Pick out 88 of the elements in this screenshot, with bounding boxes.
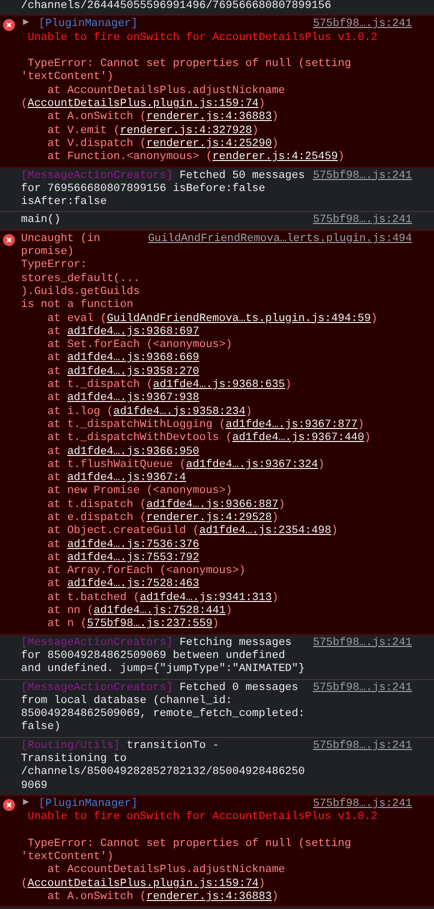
stack-frame: at ad1fde4….js:9368:669 — [21, 352, 412, 366]
source-link[interactable]: renderer.js:4:25459 — [212, 151, 338, 164]
source-link[interactable]: ad1fde4….js:9358:234 — [113, 406, 246, 418]
source-link[interactable]: ad1fde4….js:7528:441 — [94, 605, 226, 618]
stack-frame: at ad1fde4….js:7553:792 — [21, 552, 412, 566]
stack-frame: at V.dispatch (renderer.js:4:25290) — [21, 138, 412, 152]
log-message: [MessageActionCreators] Fetched 0 messages from local database (channel_id: 850049284862509069, remote_fetch_completed: false) — [21, 682, 306, 735]
log-tag: [PluginManager] — [38, 798, 138, 810]
stack-frame: at A.onSwitch (renderer.js:4:36883) — [21, 891, 412, 904]
source-link[interactable]: 575bf98….js:241 — [312, 18, 412, 32]
error-message: Unable to fire onSwitch for AccountDetailsPlus v1.0.2 — [26, 811, 378, 825]
log-tag: [MessageActionCreators] — [21, 636, 173, 649]
log-message: [Routing/Utils] transitionTo - Transitioning to /channels/850049282852782132/850049284862509069 — [21, 740, 306, 793]
log-message: [MessageActionCreators] Fetched 50 messages for 769566680807899156 isBefore:false isAfter:false — [21, 170, 306, 210]
stack-frame: at ad1fde4….js:9358:270 — [21, 366, 412, 380]
error-icon — [3, 234, 15, 246]
stack-frame: at e.dispatch (renderer.js:4:29528) — [21, 512, 412, 526]
stack-frame: at Object.createGuild (ad1fde4….js:2354:498) — [21, 525, 412, 539]
stack-frame: at eval (GuildAndFriendRemova…ts.plugin.js:494:59) — [21, 312, 412, 326]
caret-right-icon[interactable] — [23, 19, 29, 26]
source-link[interactable]: ad1fde4….js:9341:313 — [140, 592, 272, 604]
stack-frame: at nn (ad1fde4….js:7528:441) — [21, 605, 412, 618]
source-link[interactable]: 575bf98….js:241 — [312, 170, 412, 183]
stack-frame: at t.dispatch (ad1fde4….js:9366:887) — [21, 498, 412, 512]
source-link[interactable]: ad1fde4….js:9367:877 — [226, 418, 358, 431]
source-link[interactable]: ad1fde4….js:7528:463 — [67, 578, 200, 590]
stack-frame: at t.batched (ad1fde4….js:9341:313) — [21, 592, 412, 606]
source-link[interactable]: renderer.js:4:36883 — [146, 891, 272, 903]
source-link[interactable]: renderer.js:4:327928 — [120, 124, 252, 137]
log-message: /channels/264445055596991496/769566680807899156 — [21, 0, 332, 14]
error-message: Unable to fire onSwitch for AccountDetailsPlus v1.0.2 — [26, 32, 378, 45]
stack-frame: at ad1fde4….js:7528:463 — [21, 578, 412, 592]
stack-frame: at n (575bf98….js:237:559) — [21, 618, 412, 632]
source-link[interactable]: renderer.js:4:36883 — [146, 111, 272, 124]
log-message: main() — [21, 214, 62, 228]
log-tag: [Routing/Utils] — [21, 740, 120, 752]
stack-frame: at Array.forEach (<anonymous>) — [21, 565, 412, 578]
source-link[interactable]: ad1fde4….js:9368:697 — [67, 326, 200, 338]
source-link[interactable]: 575bf98….js:241 — [312, 636, 412, 650]
source-link[interactable]: 575bf98….js:241 — [312, 214, 412, 228]
source-link[interactable]: 575bf98….js:241 — [312, 682, 412, 695]
log-tag: [PluginManager] — [38, 18, 138, 30]
source-link[interactable]: ad1fde4….js:9368:669 — [67, 352, 200, 364]
stack-frame: at i.log (ad1fde4….js:9358:234) — [21, 406, 412, 419]
log-tag: [MessageActionCreators] — [21, 170, 173, 182]
stack-frame: at ad1fde4….js:7536:376 — [21, 538, 412, 552]
source-link[interactable]: ad1fde4….js:9367:440 — [232, 432, 364, 444]
source-link[interactable]: 575bf98….js:237:559 — [87, 618, 212, 630]
stack-frame: at A.onSwitch (renderer.js:4:36883) — [21, 111, 412, 125]
error-icon — [3, 798, 15, 811]
stack-frame: at t._dispatchWithLogging (ad1fde4….js:9367:877) — [21, 418, 412, 432]
source-link[interactable]: ad1fde4….js:9368:635 — [153, 379, 286, 392]
source-link[interactable]: ad1fde4….js:7553:792 — [67, 552, 200, 564]
source-link[interactable]: 575bf98….js:241 — [312, 740, 412, 754]
source-link[interactable]: renderer.js:4:29528 — [146, 512, 272, 524]
error-icon — [3, 19, 15, 32]
source-link[interactable]: GuildAndFriendRemova…lerts.plugin.js:494 — [148, 232, 412, 246]
source-link[interactable]: ad1fde4….js:9366:950 — [67, 446, 200, 458]
log-tag: [MessageActionCreators] — [21, 682, 173, 694]
source-link[interactable]: GuildAndFriendRemova…ts.plugin.js:494:59 — [106, 312, 371, 325]
exception-message: TypeError: Cannot set properties of null (setting 'textContent') — [21, 838, 352, 864]
source-link[interactable]: ad1fde4….js:7536:376 — [67, 538, 200, 551]
source-link[interactable]: ad1fde4….js:9367:938 — [67, 392, 200, 404]
stack-frame: at Set.forEach (<anonymous>) — [21, 339, 412, 352]
stack-frame: at AccountDetailsPlus.adjustNickname (AccountDetailsPlus.plugin.js:159:74) — [21, 864, 412, 891]
stack-frame: at t._dispatch (ad1fde4….js:9368:635) — [21, 379, 412, 392]
log-message: [MessageActionCreators] Fetching messages for 850049284862509069 between undefined and undefined. jump={"jumpType":"ANIMATED"} — [21, 636, 306, 677]
source-link[interactable]: AccountDetailsPlus.plugin.js:159:74 — [28, 878, 259, 890]
stack-frame: at ad1fde4….js:9366:950 — [21, 446, 412, 459]
stack-frame: at t.flushWaitQueue (ad1fde4….js:9367:324) — [21, 458, 412, 472]
stack-frame: at ad1fde4….js:9368:697 — [21, 326, 412, 340]
source-link[interactable]: renderer.js:4:25290 — [146, 138, 272, 150]
stack-frame: at new Promise (<anonymous>) — [21, 485, 412, 499]
source-link[interactable]: ad1fde4….js:9367:324 — [186, 458, 318, 471]
exception-message: TypeError: Cannot set properties of null (setting 'textContent') — [21, 58, 352, 85]
stack-frame: at Function.<anonymous> (renderer.js:4:25459) — [21, 151, 412, 165]
stack-frame: at t._dispatchWithDevtools (ad1fde4….js:9367:440) — [21, 432, 412, 446]
source-link[interactable]: 575bf98….js:241 — [312, 798, 412, 812]
source-link[interactable]: ad1fde4….js:9358:270 — [67, 366, 200, 378]
stack-frame: at ad1fde4….js:9367:938 — [21, 392, 412, 406]
source-link[interactable]: ad1fde4….js:9366:887 — [146, 498, 278, 511]
caret-right-icon[interactable] — [23, 798, 29, 805]
stack-frame: at V.emit (renderer.js:4:327928) — [21, 124, 412, 138]
stack-frame: at AccountDetailsPlus.adjustNickname (AccountDetailsPlus.plugin.js:159:74) — [21, 84, 412, 112]
source-link[interactable]: ad1fde4….js:2354:498 — [199, 525, 332, 538]
source-link[interactable]: ad1fde4….js:9367:4 — [67, 472, 186, 484]
source-link[interactable]: AccountDetailsPlus.plugin.js:159:74 — [28, 98, 259, 110]
stack-frame: at ad1fde4….js:9367:4 — [21, 472, 412, 486]
